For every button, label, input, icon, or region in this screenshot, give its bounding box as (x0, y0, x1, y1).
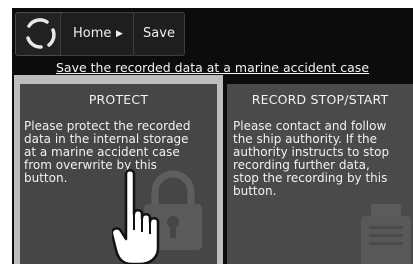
recorder-icon (361, 204, 411, 264)
page-subtitle: Save the recorded data at a marine accid… (55, 60, 370, 75)
chevron-right-icon: ▶ (116, 29, 123, 39)
record-description: Please contact and follow the ship autho… (233, 120, 413, 198)
logo-icon (26, 18, 56, 49)
pointing-hand-icon (112, 169, 160, 264)
record-title: RECORD STOP/START (251, 92, 389, 107)
screen: Home ▶ Save Save the recorded data at a … (12, 8, 413, 264)
protect-title: PROTECT (88, 92, 149, 107)
save-button[interactable]: Save (133, 12, 185, 56)
home-label: Home (73, 26, 112, 41)
home-button[interactable]: Home ▶ (60, 12, 136, 56)
record-stop-start-button[interactable]: RECORD STOP/START Please contact and fol… (227, 84, 413, 264)
